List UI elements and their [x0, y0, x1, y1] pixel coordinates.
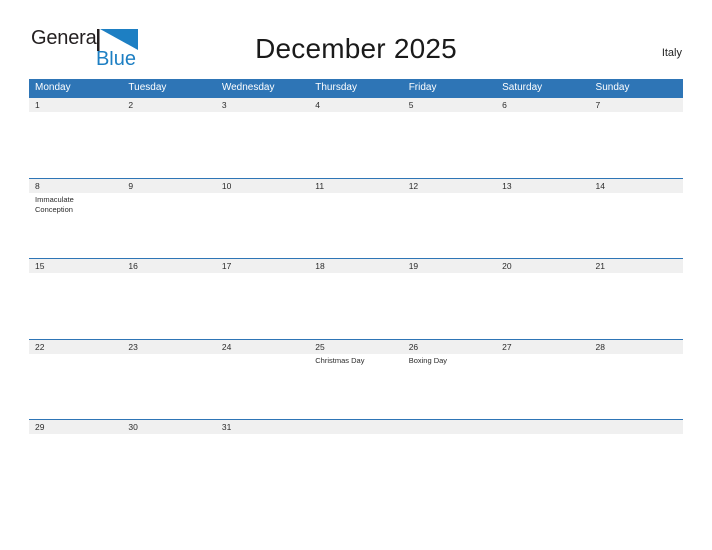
weekday-saturday: Saturday: [502, 82, 543, 93]
day-number[interactable]: 30: [122, 420, 215, 434]
day-cell[interactable]: [590, 273, 683, 337]
day-number[interactable]: 26: [403, 340, 496, 354]
week-row: 1 2 3 4 5 6 7: [29, 97, 683, 178]
day-cell[interactable]: [122, 193, 215, 257]
day-number[interactable]: 24: [216, 340, 309, 354]
day-number[interactable]: 7: [590, 98, 683, 112]
day-number[interactable]: 11: [309, 179, 402, 193]
day-cell[interactable]: [122, 273, 215, 337]
day-event-label: Immaculate Conception: [35, 194, 74, 215]
day-number[interactable]: 9: [122, 179, 215, 193]
day-number[interactable]: 4: [309, 98, 402, 112]
day-event-label: Christmas Day: [315, 355, 365, 365]
page-title: December 2025: [255, 33, 457, 64]
weekday-header-row: Monday Tuesday Wednesday Thursday Friday…: [29, 79, 683, 97]
day-cell[interactable]: [403, 193, 496, 257]
day-number-band: 15 16 17 18 19 20 21: [29, 259, 683, 273]
day-event-band: Christmas Day Boxing Day: [29, 353, 683, 418]
day-number[interactable]: [403, 420, 496, 434]
weekday-thursday: Thursday: [315, 82, 357, 93]
day-cell[interactable]: [122, 112, 215, 176]
weekday-tuesday: Tuesday: [128, 82, 167, 93]
day-cell[interactable]: [216, 112, 309, 176]
day-cell[interactable]: [29, 112, 122, 176]
day-number-band: 1 2 3 4 5 6 7: [29, 98, 683, 112]
calendar-grid: Monday Tuesday Wednesday Thursday Friday…: [29, 79, 683, 436]
day-number[interactable]: [496, 420, 589, 434]
day-number[interactable]: 16: [122, 259, 215, 273]
page-header: General Blue December 2025 Italy: [0, 0, 712, 69]
day-number[interactable]: 8: [29, 179, 122, 193]
day-cell[interactable]: [216, 273, 309, 337]
day-cell[interactable]: [496, 112, 589, 176]
day-number[interactable]: 5: [403, 98, 496, 112]
day-cell[interactable]: [216, 193, 309, 257]
day-cell[interactable]: [590, 193, 683, 257]
day-number[interactable]: 12: [403, 179, 496, 193]
day-cell[interactable]: [309, 112, 402, 176]
weekday-friday: Friday: [408, 82, 437, 93]
day-number-band: 29 30 31: [29, 420, 683, 434]
day-cell[interactable]: [496, 193, 589, 257]
day-number[interactable]: 29: [29, 420, 122, 434]
day-number-band: 22 23 24 25 26 27 28: [29, 339, 683, 354]
day-cell[interactable]: [122, 354, 215, 418]
day-event-label: Boxing Day: [408, 355, 448, 365]
day-number[interactable]: 17: [216, 259, 309, 273]
weekday-sunday: Sunday: [595, 82, 630, 93]
weekday-monday: Monday: [35, 82, 71, 93]
day-event-band: [29, 112, 683, 176]
day-cell[interactable]: [590, 354, 683, 418]
day-number[interactable]: [309, 420, 402, 434]
day-number[interactable]: 18: [309, 259, 402, 273]
day-cell[interactable]: [590, 112, 683, 176]
week-row: 15 16 17 18 19 20 21: [29, 258, 683, 339]
day-number[interactable]: 2: [122, 98, 215, 112]
week-row: 8 9 10 11 12 13 14 Immaculate Conception: [29, 177, 683, 259]
day-number[interactable]: [590, 420, 683, 434]
day-cell[interactable]: [309, 273, 402, 337]
day-number[interactable]: 13: [496, 179, 589, 193]
day-cell[interactable]: [309, 193, 402, 257]
day-cell[interactable]: [29, 273, 122, 337]
day-number[interactable]: 1: [29, 98, 122, 112]
day-number[interactable]: 28: [590, 340, 683, 354]
day-number-band: 8 9 10 11 12 13 14: [29, 178, 683, 193]
day-event-band: Immaculate Conception: [29, 192, 683, 257]
day-number[interactable]: 19: [403, 259, 496, 273]
day-number[interactable]: 3: [216, 98, 309, 112]
day-cell[interactable]: [403, 273, 496, 337]
weekday-wednesday: Wednesday: [221, 82, 275, 93]
day-number[interactable]: 20: [496, 259, 589, 273]
day-number[interactable]: 31: [216, 420, 309, 434]
day-number[interactable]: 21: [590, 259, 683, 273]
day-cell[interactable]: [29, 354, 122, 418]
day-event-band: [29, 273, 683, 337]
day-cell[interactable]: Christmas Day: [309, 354, 402, 418]
week-row: 29 30 31: [29, 419, 683, 436]
day-cell[interactable]: [496, 273, 589, 337]
day-number[interactable]: 15: [29, 259, 122, 273]
day-number[interactable]: 22: [29, 340, 122, 354]
day-cell[interactable]: [496, 354, 589, 418]
day-number[interactable]: 6: [496, 98, 589, 112]
calendar-page: General Blue December 2025 Italy Monday …: [0, 0, 712, 550]
day-cell[interactable]: Boxing Day: [403, 354, 496, 418]
day-cell[interactable]: [403, 112, 496, 176]
day-number[interactable]: 27: [496, 340, 589, 354]
day-number[interactable]: 25: [309, 340, 402, 354]
country-label: Italy: [661, 47, 682, 59]
day-cell[interactable]: Immaculate Conception: [29, 193, 122, 257]
day-number[interactable]: 23: [122, 340, 215, 354]
week-row: 22 23 24 25 26 27 28 Christmas Day Boxin…: [29, 338, 683, 420]
day-cell[interactable]: [216, 354, 309, 418]
day-number[interactable]: 14: [590, 179, 683, 193]
day-number[interactable]: 10: [216, 179, 309, 193]
